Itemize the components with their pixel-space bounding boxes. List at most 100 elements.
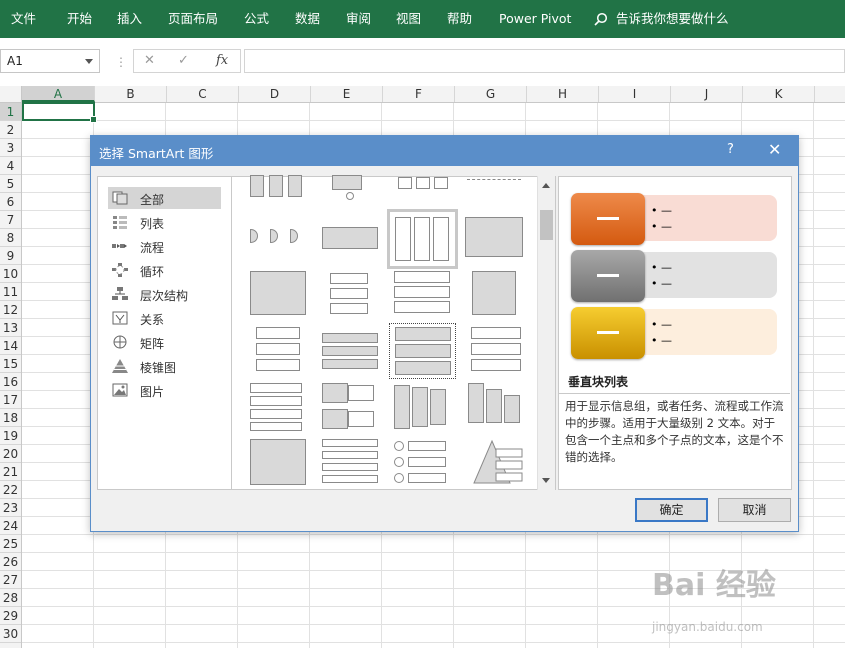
select-all-corner[interactable] <box>0 86 22 102</box>
category-cycle[interactable]: 循环 <box>108 259 221 281</box>
column-header[interactable]: A <box>22 86 95 102</box>
formula-input[interactable] <box>244 49 845 73</box>
smartart-layout[interactable] <box>394 383 453 431</box>
scroll-down-icon[interactable] <box>542 478 550 483</box>
chevron-down-icon[interactable] <box>85 59 93 64</box>
smartart-layout[interactable] <box>256 327 315 373</box>
tab-formulas[interactable]: 公式 <box>244 0 269 38</box>
tab-view[interactable]: 视图 <box>396 0 421 38</box>
row-header[interactable]: 12 <box>0 301 21 319</box>
category-matrix[interactable]: 矩阵 <box>108 331 221 353</box>
cancel-formula-icon[interactable]: ✕ <box>144 53 155 68</box>
row-header[interactable]: 28 <box>0 589 21 607</box>
row-header[interactable]: 21 <box>0 463 21 481</box>
row-header[interactable]: 14 <box>0 337 21 355</box>
name-box[interactable]: A1 <box>0 49 100 73</box>
column-header[interactable]: C <box>167 86 239 102</box>
tab-home[interactable]: 开始 <box>67 0 92 38</box>
smartart-layout[interactable] <box>394 175 453 195</box>
row-header[interactable]: 4 <box>0 157 21 175</box>
row-header[interactable]: 29 <box>0 607 21 625</box>
row-header[interactable]: 19 <box>0 427 21 445</box>
tell-me-search[interactable]: 告诉我你想要做什么 <box>594 0 729 38</box>
scroll-up-icon[interactable] <box>542 183 550 188</box>
category-process[interactable]: 流程 <box>108 235 221 257</box>
category-all[interactable]: 全部 <box>108 187 221 209</box>
smartart-layout[interactable] <box>465 217 524 267</box>
tab-power-pivot[interactable]: Power Pivot <box>499 0 571 38</box>
smartart-layout[interactable] <box>250 383 309 431</box>
close-icon[interactable]: ✕ <box>768 140 781 159</box>
ok-button[interactable]: 确定 <box>635 498 708 522</box>
smartart-layout[interactable] <box>472 271 531 315</box>
row-header[interactable]: 8 <box>0 229 21 247</box>
smartart-layout[interactable] <box>322 333 381 371</box>
gallery-scrollbar[interactable] <box>537 176 555 490</box>
tab-help[interactable]: 帮助 <box>447 0 472 38</box>
tab-file[interactable]: 文件 <box>11 0 36 38</box>
help-icon[interactable]: ? <box>727 142 734 157</box>
insert-function-icon[interactable]: fx <box>216 53 228 68</box>
row-header[interactable]: 18 <box>0 409 21 427</box>
tab-data[interactable]: 数据 <box>295 0 320 38</box>
smartart-layout[interactable] <box>322 175 381 203</box>
category-pyramid[interactable]: 棱锥图 <box>108 355 221 377</box>
row-header[interactable]: 6 <box>0 193 21 211</box>
column-header[interactable]: I <box>599 86 671 102</box>
smartart-layout[interactable] <box>250 217 309 267</box>
row-header[interactable]: 23 <box>0 499 21 517</box>
smartart-layout[interactable] <box>394 271 453 315</box>
row-header[interactable]: 11 <box>0 283 21 301</box>
row-header[interactable]: 17 <box>0 391 21 409</box>
scroll-thumb[interactable] <box>540 210 553 240</box>
row-header[interactable]: 16 <box>0 373 21 391</box>
column-header[interactable]: D <box>239 86 311 102</box>
row-header[interactable]: 5 <box>0 175 21 193</box>
column-header[interactable]: K <box>743 86 815 102</box>
column-header[interactable]: B <box>95 86 167 102</box>
category-list-item[interactable]: 列表 <box>108 211 221 233</box>
row-header[interactable]: 27 <box>0 571 21 589</box>
cancel-button[interactable]: 取消 <box>718 498 791 522</box>
row-header[interactable]: 10 <box>0 265 21 283</box>
smartart-layout[interactable] <box>250 175 309 201</box>
smartart-layout[interactable] <box>330 273 389 315</box>
row-header[interactable]: 7 <box>0 211 21 229</box>
smartart-layout[interactable] <box>322 439 381 485</box>
row-header[interactable]: 9 <box>0 247 21 265</box>
row-header[interactable]: 26 <box>0 553 21 571</box>
smartart-layout[interactable] <box>322 383 381 431</box>
smartart-layout[interactable] <box>465 175 524 191</box>
smartart-layout[interactable] <box>472 439 531 485</box>
row-header[interactable]: 22 <box>0 481 21 499</box>
row-header[interactable]: 20 <box>0 445 21 463</box>
smartart-layout-highlighted[interactable] <box>389 323 456 379</box>
column-header[interactable]: H <box>527 86 599 102</box>
column-header[interactable]: E <box>311 86 383 102</box>
tab-insert[interactable]: 插入 <box>117 0 142 38</box>
dialog-title-bar[interactable]: 选择 SmartArt 图形 ? ✕ <box>91 136 798 166</box>
row-header[interactable]: 2 <box>0 121 21 139</box>
smartart-layout[interactable] <box>394 439 453 485</box>
smartart-layout-selected[interactable] <box>387 209 458 269</box>
row-header[interactable]: 25 <box>0 535 21 553</box>
category-relationship[interactable]: 关系 <box>108 307 221 329</box>
selected-cell-a1[interactable] <box>22 102 97 123</box>
tab-review[interactable]: 审阅 <box>346 0 371 38</box>
row-header[interactable]: 15 <box>0 355 21 373</box>
smartart-layout[interactable] <box>250 271 309 315</box>
row-header[interactable]: 24 <box>0 517 21 535</box>
row-header[interactable]: 13 <box>0 319 21 337</box>
enter-formula-icon[interactable]: ✓ <box>178 53 189 68</box>
row-header[interactable]: 3 <box>0 139 21 157</box>
row-header[interactable]: 1 <box>0 103 21 121</box>
column-header[interactable]: J <box>671 86 743 102</box>
smartart-layout[interactable] <box>322 217 381 267</box>
category-picture[interactable]: 图片 <box>108 379 221 401</box>
fill-handle[interactable] <box>90 116 97 123</box>
smartart-layout[interactable] <box>468 383 527 427</box>
tab-page-layout[interactable]: 页面布局 <box>168 0 218 38</box>
smartart-layout[interactable] <box>250 439 309 485</box>
row-header[interactable]: 30 <box>0 625 21 643</box>
column-header[interactable]: F <box>383 86 455 102</box>
